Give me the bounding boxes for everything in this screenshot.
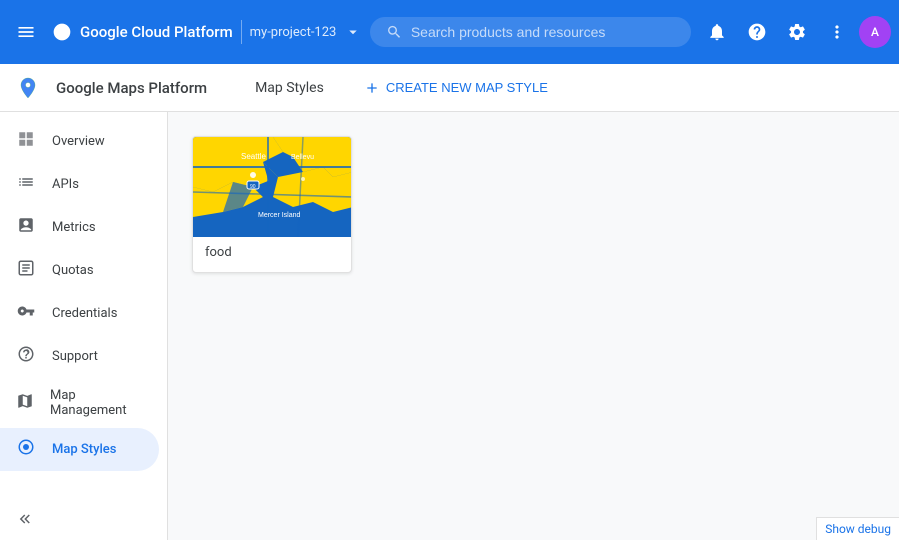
top-bar-actions: A [699, 14, 891, 50]
support-label: Support [52, 349, 98, 364]
map-card-label: food [193, 237, 351, 272]
map-management-icon [16, 392, 34, 415]
more-icon[interactable] [819, 14, 855, 50]
search-bar[interactable] [370, 17, 691, 47]
sidebar: Overview APIs Metrics Quotas Credentials [0, 112, 168, 540]
map-thumbnail: Seattle Bellevu 90 Mercer Island [193, 137, 352, 237]
map-style-card[interactable]: Seattle Bellevu 90 Mercer Island food [192, 136, 352, 273]
search-icon [386, 23, 402, 41]
quotas-icon [16, 259, 36, 282]
overview-label: Overview [52, 134, 105, 149]
svg-text:Bellevu: Bellevu [291, 154, 314, 161]
settings-icon[interactable] [779, 14, 815, 50]
sidebar-item-overview[interactable]: Overview [0, 120, 159, 163]
content-area: Seattle Bellevu 90 Mercer Island food [168, 112, 899, 540]
menu-icon[interactable] [8, 14, 44, 50]
map-styles-icon [16, 438, 36, 461]
sidebar-item-apis[interactable]: APIs [0, 163, 159, 206]
sidebar-item-quotas[interactable]: Quotas [0, 249, 159, 292]
map-styles-nav[interactable]: Map Styles [247, 76, 332, 100]
dropdown-icon[interactable] [344, 23, 362, 41]
gcp-logo [52, 22, 72, 42]
support-icon [16, 345, 36, 368]
credentials-label: Credentials [52, 306, 117, 321]
apis-label: APIs [52, 177, 79, 192]
create-new-map-style-button[interactable]: CREATE NEW MAP STYLE [356, 74, 556, 102]
collapse-icon [16, 510, 34, 528]
help-icon[interactable] [739, 14, 775, 50]
sidebar-collapse[interactable] [0, 498, 167, 540]
sub-header: Google Maps Platform Map Styles CREATE N… [0, 64, 899, 112]
sidebar-item-map-styles[interactable]: Map Styles [0, 428, 159, 471]
map-preview-svg: Seattle Bellevu 90 Mercer Island [193, 137, 352, 237]
sidebar-item-support[interactable]: Support [0, 335, 159, 378]
apis-icon [16, 173, 36, 196]
divider [241, 20, 242, 44]
sidebar-item-metrics[interactable]: Metrics [0, 206, 159, 249]
create-btn-label: CREATE NEW MAP STYLE [386, 80, 548, 95]
main-layout: Overview APIs Metrics Quotas Credentials [0, 112, 899, 540]
credentials-icon [16, 302, 36, 325]
sub-header-title: Google Maps Platform [56, 79, 207, 97]
search-input[interactable] [411, 24, 675, 40]
add-icon [364, 80, 380, 96]
metrics-icon [16, 216, 36, 239]
avatar[interactable]: A [859, 16, 891, 48]
map-styles-label: Map Styles [52, 442, 116, 457]
svg-text:Mercer Island: Mercer Island [258, 212, 301, 219]
project-name[interactable]: my-project-123 [250, 25, 337, 40]
quotas-label: Quotas [52, 263, 94, 278]
debug-bar[interactable]: Show debug [816, 517, 899, 540]
sidebar-item-credentials[interactable]: Credentials [0, 292, 159, 335]
map-management-label: Map Management [50, 388, 143, 418]
top-bar: Google Cloud Platform my-project-123 A [0, 0, 899, 64]
sidebar-item-map-management[interactable]: Map Management [0, 378, 159, 428]
svg-text:90: 90 [250, 184, 256, 190]
top-bar-title: Google Cloud Platform [80, 23, 233, 41]
svg-text:Seattle: Seattle [241, 152, 266, 161]
maps-logo [16, 76, 40, 100]
overview-icon [16, 130, 36, 153]
debug-label: Show debug [825, 522, 891, 536]
metrics-label: Metrics [52, 220, 96, 235]
notifications-icon[interactable] [699, 14, 735, 50]
